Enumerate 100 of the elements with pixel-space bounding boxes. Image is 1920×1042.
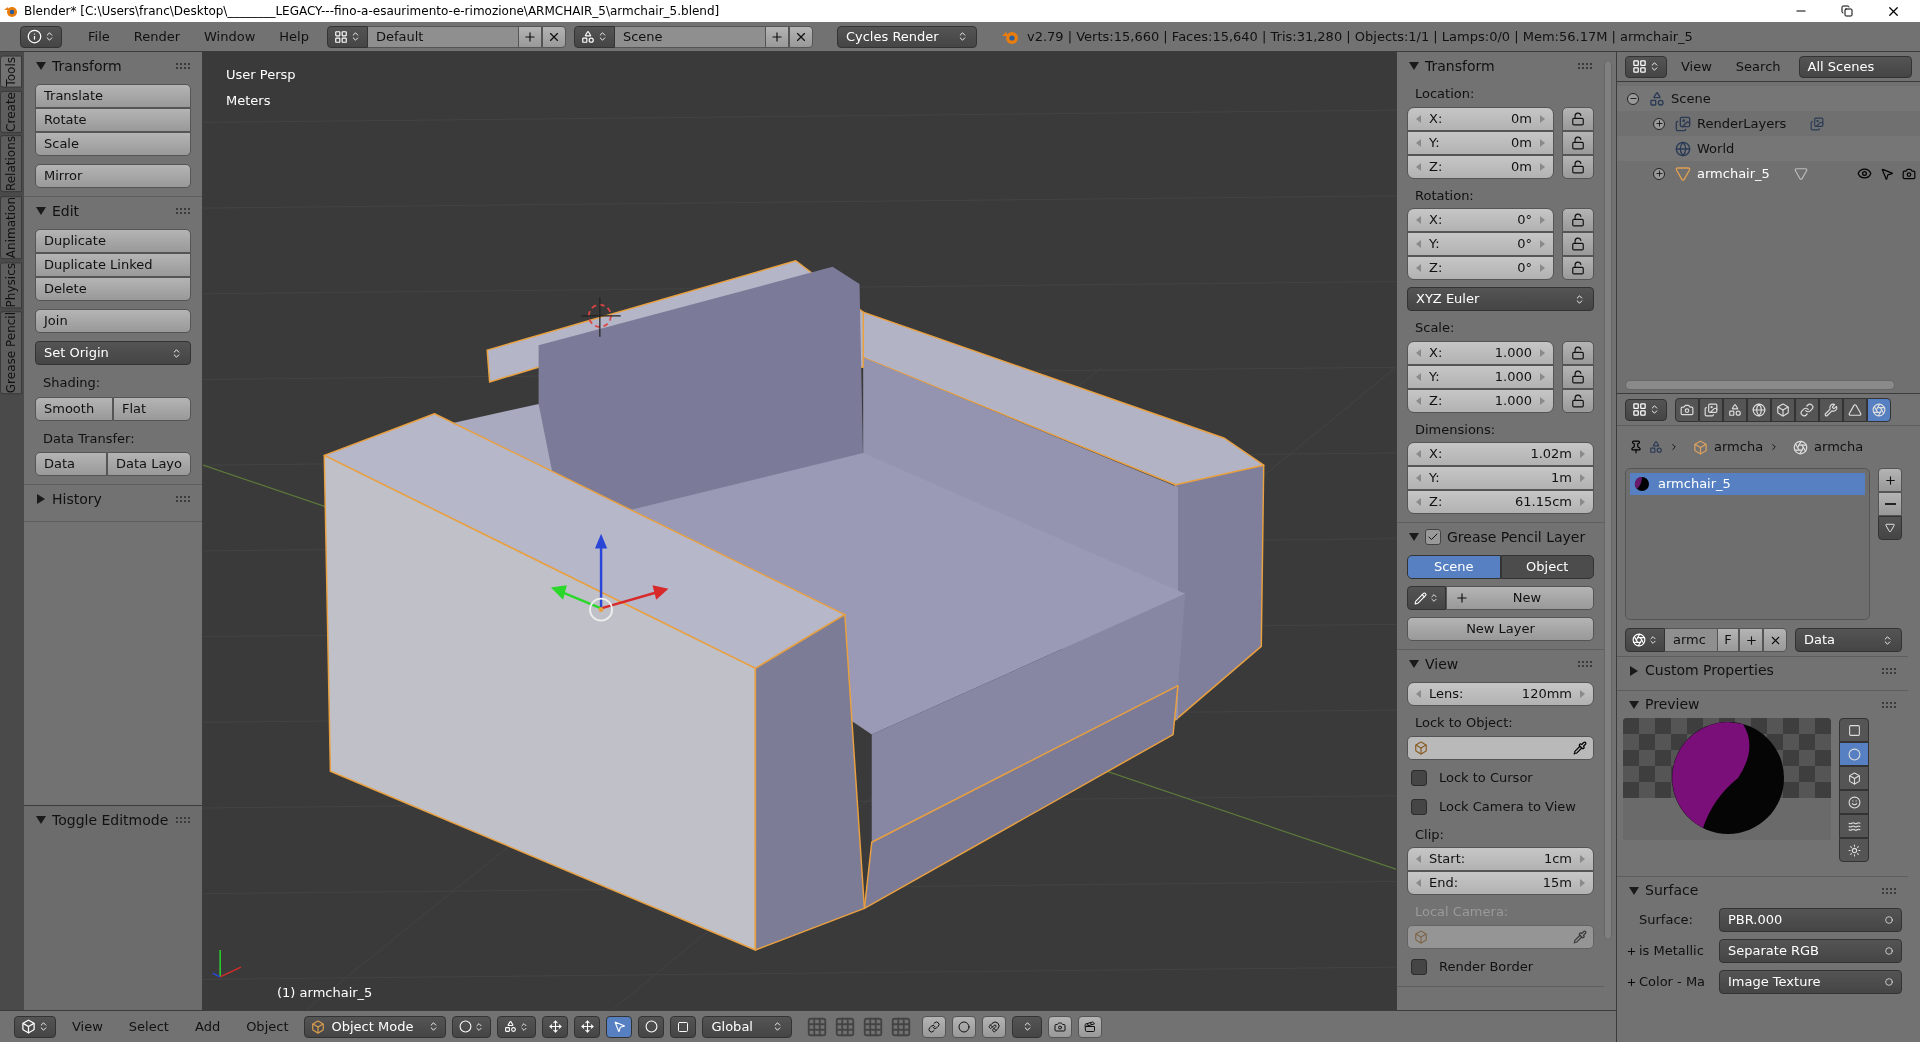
node-link-dropdown[interactable]: Separate RGB xyxy=(1719,939,1902,963)
scrollbar-thumb[interactable] xyxy=(1604,60,1612,940)
delete-button[interactable] xyxy=(541,25,566,48)
disclosure-triangle-icon[interactable] xyxy=(36,206,46,216)
add-button[interactable] xyxy=(764,25,789,48)
mode-dropdown[interactable]: Object Mode xyxy=(304,1015,447,1038)
preview-shape-button[interactable] xyxy=(1839,838,1869,862)
context-tab[interactable] xyxy=(1675,397,1699,422)
editor-type-button[interactable] xyxy=(1625,55,1667,78)
disclosure-triangle-icon[interactable] xyxy=(1409,659,1419,669)
panel-title[interactable]: History xyxy=(52,488,102,510)
expand-toggle[interactable] xyxy=(1653,117,1665,130)
orientation-dropdown[interactable]: Global xyxy=(702,1015,793,1038)
new-button[interactable]: New xyxy=(1446,586,1594,610)
scrollbar-thumb[interactable] xyxy=(1625,380,1895,390)
source-tab[interactable]: Scene xyxy=(1407,555,1501,579)
checkbox[interactable] xyxy=(1411,769,1427,786)
render-button[interactable] xyxy=(1048,1015,1073,1038)
expand-toggle[interactable] xyxy=(1627,92,1639,105)
menu-item[interactable]: View xyxy=(62,1015,113,1038)
tool-button[interactable]: Duplicate xyxy=(35,229,191,253)
grip-icon[interactable] xyxy=(1882,667,1896,674)
panel-title[interactable]: Custom Properties xyxy=(1645,660,1774,681)
disclosure-triangle-icon[interactable] xyxy=(1409,532,1419,542)
menu-item[interactable]: Object xyxy=(236,1015,299,1038)
lock-toggle[interactable] xyxy=(1562,106,1594,131)
panel-title[interactable]: Transform xyxy=(1425,55,1495,77)
breadcrumb-item[interactable]: armcha xyxy=(1814,437,1864,457)
menu-item[interactable]: Window xyxy=(194,25,266,48)
render-engine-dropdown[interactable]: Cycles Render xyxy=(836,25,977,48)
context-tab[interactable] xyxy=(1867,397,1891,422)
new-layer-button[interactable]: New Layer xyxy=(1407,617,1594,641)
material-slot[interactable]: armchair_5 xyxy=(1630,473,1865,495)
disclosure-triangle-icon[interactable] xyxy=(1409,61,1419,71)
node-link-dropdown[interactable]: PBR.000 xyxy=(1719,908,1902,932)
panel-title[interactable]: Toggle Editmode xyxy=(52,809,169,831)
lock-toggle[interactable] xyxy=(1562,130,1594,155)
menu-item[interactable]: File xyxy=(78,25,120,48)
lock-toggle[interactable] xyxy=(1562,388,1594,413)
preview-shape-button[interactable] xyxy=(1839,718,1869,742)
preview-shape-button[interactable] xyxy=(1839,742,1869,766)
preview-shape-button[interactable] xyxy=(1839,790,1869,814)
axis-toggle[interactable] xyxy=(574,1015,601,1038)
panel-title[interactable]: View xyxy=(1425,653,1459,675)
panel-title[interactable]: Transform xyxy=(52,55,122,77)
breadcrumb-item[interactable]: armcha xyxy=(1714,437,1764,457)
context-tab[interactable] xyxy=(1819,397,1843,422)
outliner-item[interactable]: armchair_5 xyxy=(1697,163,1770,184)
grip-icon[interactable] xyxy=(176,496,190,502)
rotation-mode-dropdown[interactable]: XYZ Euler xyxy=(1407,287,1594,311)
node-link-dropdown[interactable]: Image Texture xyxy=(1719,970,1902,994)
add-button[interactable] xyxy=(517,25,542,48)
disclosure-triangle-icon[interactable] xyxy=(36,494,46,504)
menu-item[interactable]: Search xyxy=(1725,56,1791,77)
screen-layout-selector[interactable] xyxy=(326,25,368,48)
panel-title[interactable]: Preview xyxy=(1645,694,1700,715)
panel-title[interactable]: Edit xyxy=(52,200,80,222)
checkbox[interactable] xyxy=(1411,958,1427,975)
tool-button[interactable]: Rotate xyxy=(35,108,191,132)
layer-type-selector[interactable] xyxy=(1407,586,1446,610)
slot-menu-button[interactable] xyxy=(1878,516,1902,540)
tool-button[interactable]: Duplicate Linked xyxy=(35,253,191,277)
manipulator-toggle[interactable] xyxy=(542,1015,569,1038)
disclosure-triangle-icon[interactable] xyxy=(1629,885,1639,896)
tool-button[interactable]: Smooth xyxy=(35,396,113,421)
scene-field[interactable]: Scene xyxy=(614,25,765,48)
outliner-item[interactable]: RenderLayers xyxy=(1697,113,1787,134)
lock-toggle[interactable] xyxy=(1562,256,1594,280)
screen-layout-field[interactable]: Default xyxy=(367,25,518,48)
disclosure-triangle-icon[interactable] xyxy=(1629,699,1639,710)
grip-icon[interactable] xyxy=(1882,887,1896,894)
snap-button[interactable] xyxy=(982,1015,1007,1038)
disclosure-triangle-icon[interactable] xyxy=(1629,665,1639,676)
panel-title[interactable]: Grease Pencil Layer xyxy=(1447,526,1586,548)
snap-element-dropdown[interactable] xyxy=(1012,1015,1043,1038)
menu-item[interactable]: Select xyxy=(118,1015,179,1038)
context-tab[interactable] xyxy=(1723,397,1747,422)
grip-icon[interactable] xyxy=(1578,63,1592,69)
scene-selector[interactable] xyxy=(573,25,615,48)
menu-item[interactable]: Add xyxy=(184,1015,231,1038)
tool-tab[interactable]: Tools xyxy=(0,56,22,88)
context-tab[interactable] xyxy=(1795,397,1819,422)
editor-type-button[interactable] xyxy=(1625,398,1667,421)
rotate-toggle[interactable] xyxy=(638,1015,665,1038)
translate-toggle[interactable] xyxy=(606,1015,633,1038)
source-tab[interactable]: Object xyxy=(1500,555,1594,579)
tool-button[interactable]: Mirror xyxy=(35,164,191,188)
proportional-edit-button[interactable] xyxy=(952,1015,977,1038)
lock-toggle[interactable] xyxy=(1562,340,1594,365)
lock-toggle[interactable] xyxy=(1562,154,1594,179)
grip-icon[interactable] xyxy=(1882,701,1896,708)
lock-layers-button[interactable] xyxy=(922,1015,947,1038)
tool-button[interactable]: Join xyxy=(35,309,191,333)
add-button[interactable] xyxy=(1739,628,1763,652)
outliner-item[interactable]: World xyxy=(1697,138,1735,159)
grip-icon[interactable] xyxy=(176,817,190,823)
tool-button[interactable]: Flat xyxy=(113,396,191,421)
preview-shape-button[interactable] xyxy=(1839,814,1869,838)
link-dropdown[interactable]: Data xyxy=(1795,628,1902,652)
outliner-item[interactable]: Scene xyxy=(1671,88,1711,109)
